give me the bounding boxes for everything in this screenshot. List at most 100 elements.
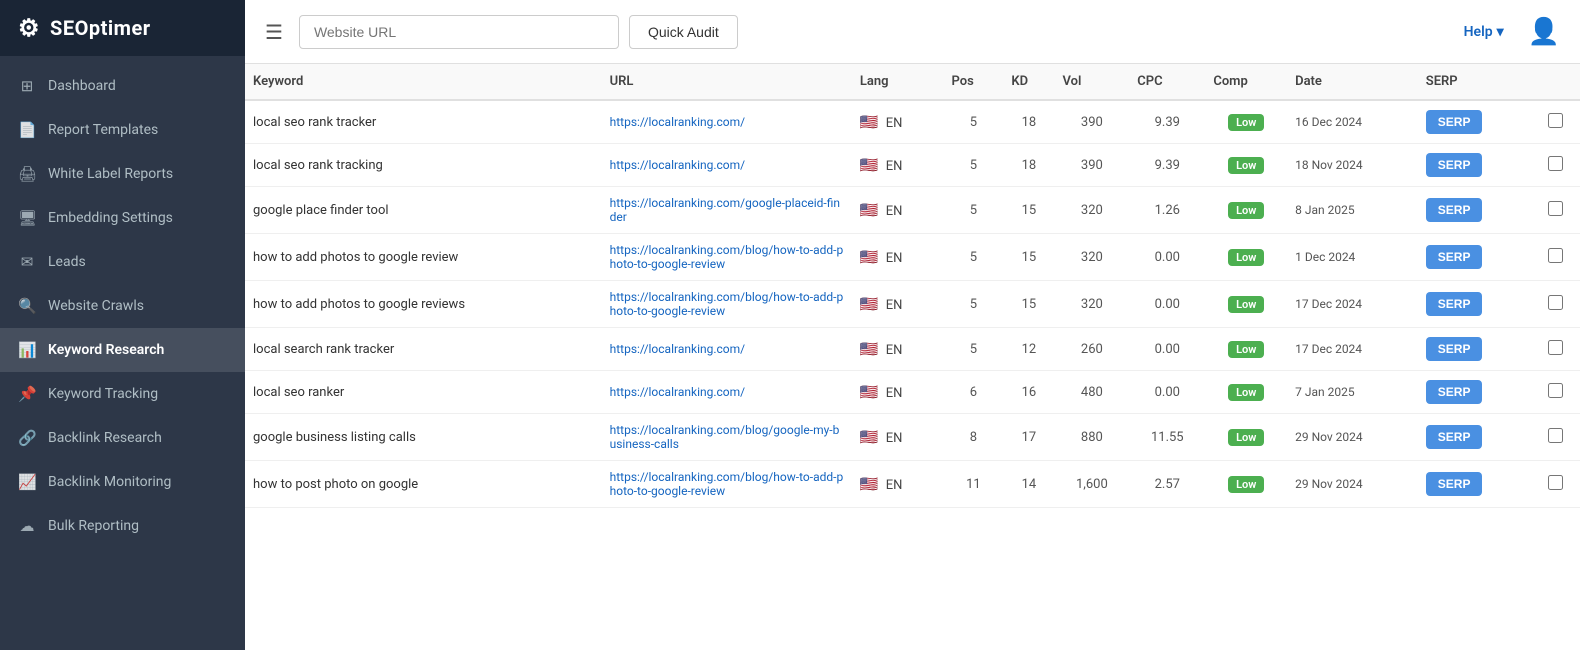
cell-lang: 🇺🇸 EN [852, 187, 944, 234]
sidebar-label-website-crawls: Website Crawls [48, 298, 144, 314]
cell-checkbox [1531, 328, 1580, 371]
table-row: how to post photo on google https://loca… [245, 461, 1580, 508]
flag-icon: 🇺🇸 [860, 201, 879, 219]
sidebar-item-dashboard[interactable]: ⊞ Dashboard [0, 64, 245, 108]
serp-button[interactable]: SERP [1426, 245, 1483, 269]
quick-audit-button[interactable]: Quick Audit [629, 15, 738, 49]
cell-serp: SERP [1418, 281, 1532, 328]
cell-vol: 1,600 [1055, 461, 1130, 508]
row-checkbox[interactable] [1548, 201, 1563, 216]
cell-checkbox [1531, 100, 1580, 144]
help-dropdown[interactable]: Help ▾ [1464, 24, 1504, 40]
sidebar-item-bulk-reporting[interactable]: ☁ Bulk Reporting [0, 504, 245, 548]
cell-keyword: local search rank tracker [245, 328, 602, 371]
website-crawls-icon: 🔍 [18, 297, 36, 315]
sidebar-label-leads: Leads [48, 254, 86, 270]
sidebar-item-white-label-reports[interactable]: 🖨 White Label Reports [0, 152, 245, 196]
backlink-monitoring-icon: 📈 [18, 473, 36, 491]
sidebar-item-embedding-settings[interactable]: 🖥 Embedding Settings [0, 196, 245, 240]
cell-checkbox [1531, 414, 1580, 461]
col-header-lang: Lang [852, 64, 944, 100]
sidebar-item-backlink-research[interactable]: 🔗 Backlink Research [0, 416, 245, 460]
col-header-comp: Comp [1205, 64, 1287, 100]
cell-url: https://localranking.com/ [602, 144, 852, 187]
cell-keyword: how to post photo on google [245, 461, 602, 508]
content-area: KeywordURLLangPosKDVolCPCCompDateSERP lo… [245, 64, 1580, 650]
cell-comp: Low [1205, 234, 1287, 281]
row-checkbox[interactable] [1548, 475, 1563, 490]
hamburger-icon[interactable]: ☰ [265, 20, 283, 44]
table-row: google place finder tool https://localra… [245, 187, 1580, 234]
comp-badge: Low [1228, 114, 1264, 131]
row-checkbox[interactable] [1548, 428, 1563, 443]
col-header-date: Date [1287, 64, 1418, 100]
cell-date: 17 Dec 2024 [1287, 281, 1418, 328]
cell-comp: Low [1205, 100, 1287, 144]
sidebar-item-backlink-monitoring[interactable]: 📈 Backlink Monitoring [0, 460, 245, 504]
comp-badge: Low [1228, 341, 1264, 358]
report-templates-icon: 📄 [18, 121, 36, 139]
serp-button[interactable]: SERP [1426, 110, 1483, 134]
cell-url: https://localranking.com/blog/how-to-add… [602, 234, 852, 281]
cell-lang: 🇺🇸 EN [852, 281, 944, 328]
row-checkbox[interactable] [1548, 113, 1563, 128]
cell-url: https://localranking.com/blog/how-to-add… [602, 281, 852, 328]
user-icon[interactable]: 👤 [1528, 17, 1560, 47]
dashboard-icon: ⊞ [18, 77, 36, 95]
serp-button[interactable]: SERP [1426, 380, 1483, 404]
cell-cpc: 1.26 [1129, 187, 1205, 234]
comp-badge: Low [1228, 157, 1264, 174]
sidebar-item-keyword-research[interactable]: 📊 Keyword Research [0, 328, 245, 372]
row-checkbox[interactable] [1548, 340, 1563, 355]
cell-serp: SERP [1418, 414, 1532, 461]
comp-badge: Low [1228, 296, 1264, 313]
serp-button[interactable]: SERP [1426, 337, 1483, 361]
sidebar-item-website-crawls[interactable]: 🔍 Website Crawls [0, 284, 245, 328]
sidebar-label-embedding-settings: Embedding Settings [48, 210, 173, 226]
cell-vol: 480 [1055, 371, 1130, 414]
cell-serp: SERP [1418, 234, 1532, 281]
cell-kd: 17 [1003, 414, 1054, 461]
sidebar-label-keyword-research: Keyword Research [48, 342, 164, 358]
cell-cpc: 9.39 [1129, 144, 1205, 187]
serp-button[interactable]: SERP [1426, 153, 1483, 177]
serp-button[interactable]: SERP [1426, 198, 1483, 222]
cell-vol: 320 [1055, 187, 1130, 234]
row-checkbox[interactable] [1548, 156, 1563, 171]
cell-comp: Low [1205, 144, 1287, 187]
sidebar-item-report-templates[interactable]: 📄 Report Templates [0, 108, 245, 152]
sidebar-item-keyword-tracking[interactable]: 📌 Keyword Tracking [0, 372, 245, 416]
row-checkbox[interactable] [1548, 248, 1563, 263]
col-header-keyword: Keyword [245, 64, 602, 100]
row-checkbox[interactable] [1548, 295, 1563, 310]
cell-checkbox [1531, 187, 1580, 234]
cell-pos: 5 [943, 187, 1003, 234]
comp-badge: Low [1228, 384, 1264, 401]
row-checkbox[interactable] [1548, 383, 1563, 398]
sidebar-label-backlink-research: Backlink Research [48, 430, 162, 446]
cell-date: 1 Dec 2024 [1287, 234, 1418, 281]
sidebar-nav: ⊞ Dashboard 📄 Report Templates 🖨 White L… [0, 56, 245, 650]
sidebar-item-leads[interactable]: ✉ Leads [0, 240, 245, 284]
help-chevron-icon: ▾ [1497, 24, 1504, 40]
topbar: ☰ Quick Audit Help ▾ 👤 [245, 0, 1580, 64]
sidebar-label-dashboard: Dashboard [48, 78, 116, 94]
cell-kd: 18 [1003, 100, 1054, 144]
serp-button[interactable]: SERP [1426, 425, 1483, 449]
cell-checkbox [1531, 281, 1580, 328]
cell-serp: SERP [1418, 328, 1532, 371]
cell-vol: 390 [1055, 100, 1130, 144]
cell-kd: 12 [1003, 328, 1054, 371]
comp-badge: Low [1228, 249, 1264, 266]
cell-cpc: 0.00 [1129, 371, 1205, 414]
cell-kd: 15 [1003, 234, 1054, 281]
url-input[interactable] [299, 15, 619, 49]
sidebar-label-backlink-monitoring: Backlink Monitoring [48, 474, 171, 490]
help-label: Help [1464, 24, 1493, 40]
cell-cpc: 0.00 [1129, 234, 1205, 281]
cell-comp: Low [1205, 187, 1287, 234]
cell-keyword: local seo rank tracking [245, 144, 602, 187]
cell-pos: 5 [943, 328, 1003, 371]
serp-button[interactable]: SERP [1426, 472, 1483, 496]
serp-button[interactable]: SERP [1426, 292, 1483, 316]
